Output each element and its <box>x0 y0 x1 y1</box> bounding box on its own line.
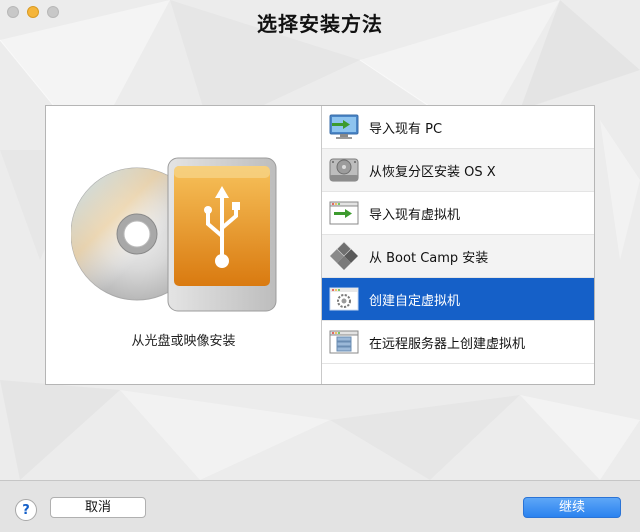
install-method-label: 在远程服务器上创建虚拟机 <box>369 336 526 352</box>
install-method-label: 导入现有 PC <box>369 121 443 137</box>
install-method-custom-vm[interactable]: 创建自定虚拟机 <box>322 278 594 321</box>
cancel-button[interactable]: 取消 <box>50 497 146 518</box>
install-method-boot-camp[interactable]: 从 Boot Camp 安装 <box>322 235 594 278</box>
disc-and-usb-drive-icon <box>71 157 277 312</box>
install-method-list: 导入现有 PC 从恢复分区安装 OS X 导入现有虚拟机 从 Boot Camp… <box>322 106 594 364</box>
install-method-label: 从恢复分区安装 OS X <box>369 164 496 180</box>
install-from-disc-label: 从光盘或映像安装 <box>131 334 236 349</box>
install-method-remote-server[interactable]: 在远程服务器上创建虚拟机 <box>322 321 594 364</box>
window-title: 选择安装方法 <box>257 12 383 36</box>
boot-camp-icon <box>329 241 359 271</box>
remote-server-icon <box>329 327 359 357</box>
monitor-import-icon <box>329 112 359 142</box>
install-method-window: 选择安装方法 从光盘或映像安装 导入现有 PC 从恢复分区安装 OS X 导入现… <box>0 0 640 532</box>
install-method-panel: 从光盘或映像安装 导入现有 PC 从恢复分区安装 OS X 导入现有虚拟机 从 … <box>45 105 595 385</box>
install-method-import-pc[interactable]: 导入现有 PC <box>322 106 594 149</box>
install-method-recovery-partition[interactable]: 从恢复分区安装 OS X <box>322 149 594 192</box>
install-from-disc-option[interactable]: 从光盘或映像安装 <box>46 106 322 384</box>
install-method-import-vm[interactable]: 导入现有虚拟机 <box>322 192 594 235</box>
footer-bar: ? 取消 继续 <box>0 480 640 532</box>
install-method-label: 导入现有虚拟机 <box>369 207 461 223</box>
hard-drive-icon <box>329 155 359 185</box>
help-button[interactable]: ? <box>15 499 37 521</box>
install-method-label: 从 Boot Camp 安装 <box>369 250 489 266</box>
install-method-label: 创建自定虚拟机 <box>369 293 461 309</box>
custom-vm-icon <box>329 284 359 314</box>
continue-button[interactable]: 继续 <box>523 497 621 518</box>
window-import-icon <box>329 198 359 228</box>
